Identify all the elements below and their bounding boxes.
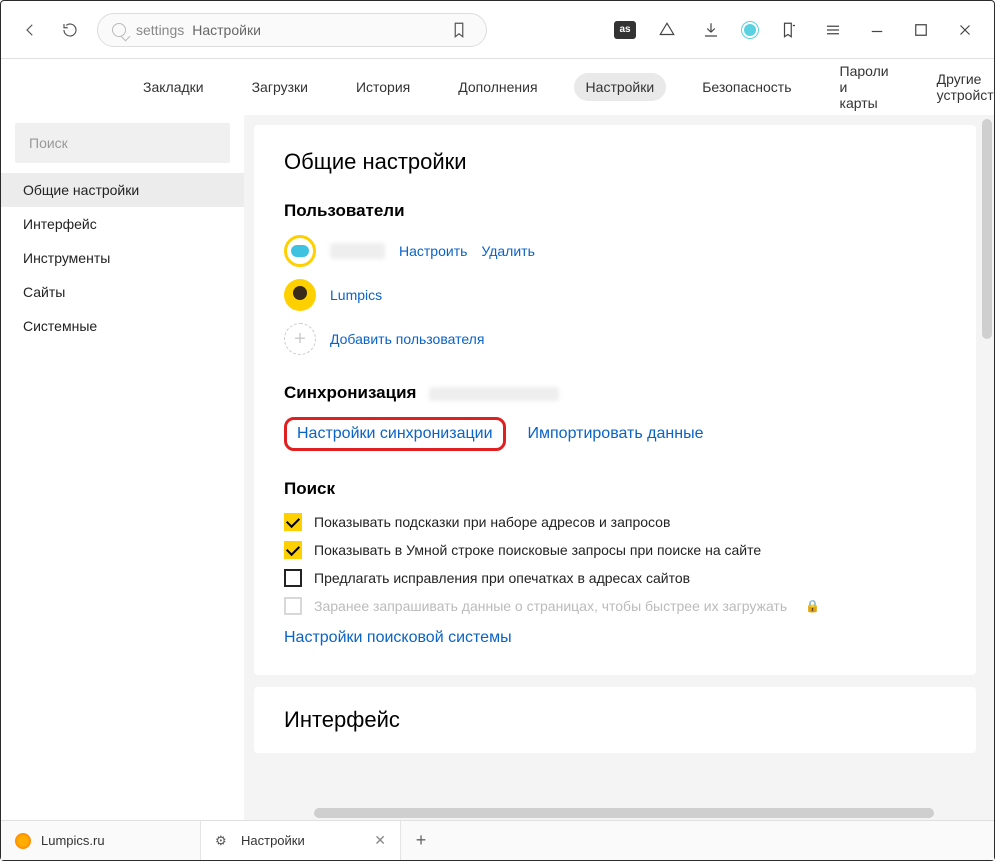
menu-icon[interactable] [820,17,846,43]
address-scheme: settings [136,22,184,38]
browser-tabstrip: Lumpics.ru ⚙ Настройки ✕ + [1,820,994,860]
checkbox-typo-fix[interactable] [284,569,302,587]
nav-other-devices[interactable]: Другие устройства [925,65,995,109]
tab-close-icon[interactable]: ✕ [374,832,386,849]
interface-settings-card: Интерфейс [254,687,976,753]
sidebar-item-sites[interactable]: Сайты [1,275,244,309]
user-configure-link[interactable]: Настроить [399,243,467,259]
nav-bookmarks[interactable]: Закладки [131,73,216,101]
sync-account-email [429,387,559,401]
vertical-scrollbar[interactable] [980,115,994,820]
bookmarks-panel-icon[interactable] [776,17,802,43]
address-text: settings Настройки [136,22,261,38]
current-user-name [330,243,385,259]
cloud-extension-icon[interactable] [742,22,758,38]
reload-button[interactable] [57,17,83,43]
user-row-lumpics: Lumpics [284,279,946,311]
horizontal-scrollbar[interactable] [244,806,978,820]
nav-passwords[interactable]: Пароли и карты [828,57,901,117]
search-engine-settings-link[interactable]: Настройки поисковой системы [284,629,512,646]
user-remove-link[interactable]: Удалить [481,243,534,259]
favicon-settings-gear-icon: ⚙ [215,833,231,849]
sync-settings-highlight: Настройки синхронизации [284,417,506,451]
settings-top-nav: Закладки Загрузки История Дополнения Нас… [1,59,994,115]
sync-links-row: Настройки синхронизации Импортировать да… [284,417,946,451]
checkbox-smartbar-label: Показывать в Умной строке поисковые запр… [314,542,761,558]
window-close-icon[interactable] [952,17,978,43]
checkbox-smartbar[interactable] [284,541,302,559]
import-data-link[interactable]: Импортировать данные [528,425,704,443]
favicon-lumpics [15,833,31,849]
settings-sidebar: Поиск Общие настройки Интерфейс Инструме… [1,115,244,820]
browser-tab-settings[interactable]: ⚙ Настройки ✕ [201,821,401,860]
tab-label-settings: Настройки [241,833,305,848]
lock-icon: 🔒 [805,599,820,613]
tab-label-lumpics: Lumpics.ru [41,833,105,848]
sidebar-item-tools[interactable]: Инструменты [1,241,244,275]
avatar-current-user [284,235,316,267]
nav-security[interactable]: Безопасность [690,73,803,101]
general-settings-card: Общие настройки Пользователи Настроить У… [254,125,976,675]
add-user-link[interactable]: Добавить пользователя [330,331,484,347]
search-opt-suggestions: Показывать подсказки при наборе адресов … [284,513,946,531]
search-opt-prefetch: Заранее запрашивать данные о страницах, … [284,597,946,615]
add-user-row: + Добавить пользователя [284,323,946,355]
users-section-title: Пользователи [284,201,946,221]
yandex-services-icon[interactable] [654,17,680,43]
checkbox-suggestions-label: Показывать подсказки при наборе адресов … [314,514,670,530]
sidebar-search-input[interactable]: Поиск [15,123,230,163]
interface-heading: Интерфейс [284,707,946,733]
sync-section-title: Синхронизация [284,383,946,403]
address-title: Настройки [192,22,261,38]
browser-tab-lumpics[interactable]: Lumpics.ru [1,821,201,860]
user-lumpics-name[interactable]: Lumpics [330,287,382,303]
checkbox-prefetch-label: Заранее запрашивать данные о страницах, … [314,598,787,614]
main-area: Поиск Общие настройки Интерфейс Инструме… [1,115,994,820]
checkbox-prefetch [284,597,302,615]
checkbox-suggestions[interactable] [284,513,302,531]
search-engine-icon [112,23,126,37]
toolbar-right-icons: as [614,17,978,43]
downloads-icon[interactable] [698,17,724,43]
search-section-title: Поиск [284,479,946,499]
bookmark-icon[interactable] [446,17,472,43]
nav-downloads[interactable]: Загрузки [240,73,320,101]
window-maximize-icon[interactable] [908,17,934,43]
nav-settings[interactable]: Настройки [574,73,667,101]
window-minimize-icon[interactable] [864,17,890,43]
new-tab-button[interactable]: + [401,821,441,860]
sidebar-item-general[interactable]: Общие настройки [1,173,244,207]
sync-settings-link[interactable]: Настройки синхронизации [297,425,493,442]
checkbox-typo-fix-label: Предлагать исправления при опечатках в а… [314,570,690,586]
sidebar-item-system[interactable]: Системные [1,309,244,343]
content-area: Общие настройки Пользователи Настроить У… [244,115,994,820]
browser-toolbar: settings Настройки as [1,1,994,59]
nav-history[interactable]: История [344,73,422,101]
add-user-icon[interactable]: + [284,323,316,355]
user-row-current: Настроить Удалить [284,235,946,267]
page-heading: Общие настройки [284,149,946,175]
avatar-lumpics [284,279,316,311]
lastfm-extension-icon[interactable]: as [614,21,636,39]
back-button[interactable] [17,17,43,43]
address-bar[interactable]: settings Настройки [97,13,487,47]
search-opt-typo-fix: Предлагать исправления при опечатках в а… [284,569,946,587]
search-opt-smartbar: Показывать в Умной строке поисковые запр… [284,541,946,559]
sidebar-item-interface[interactable]: Интерфейс [1,207,244,241]
nav-extensions[interactable]: Дополнения [446,73,549,101]
sync-title-text: Синхронизация [284,383,416,402]
